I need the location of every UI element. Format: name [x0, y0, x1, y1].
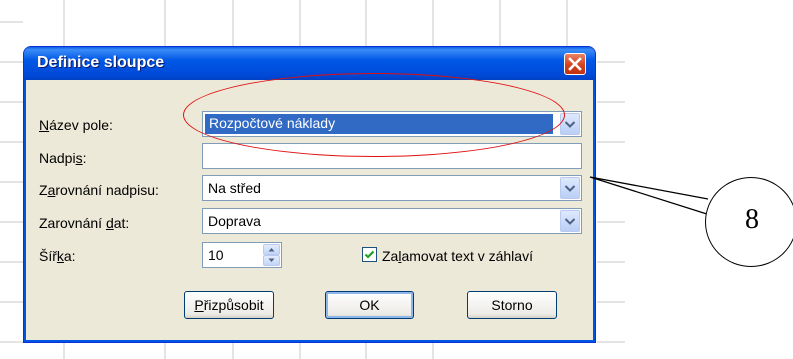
callout-bubble: 8 [705, 177, 793, 267]
callout-lines [589, 176, 711, 216]
callout-number: 8 [745, 204, 759, 235]
